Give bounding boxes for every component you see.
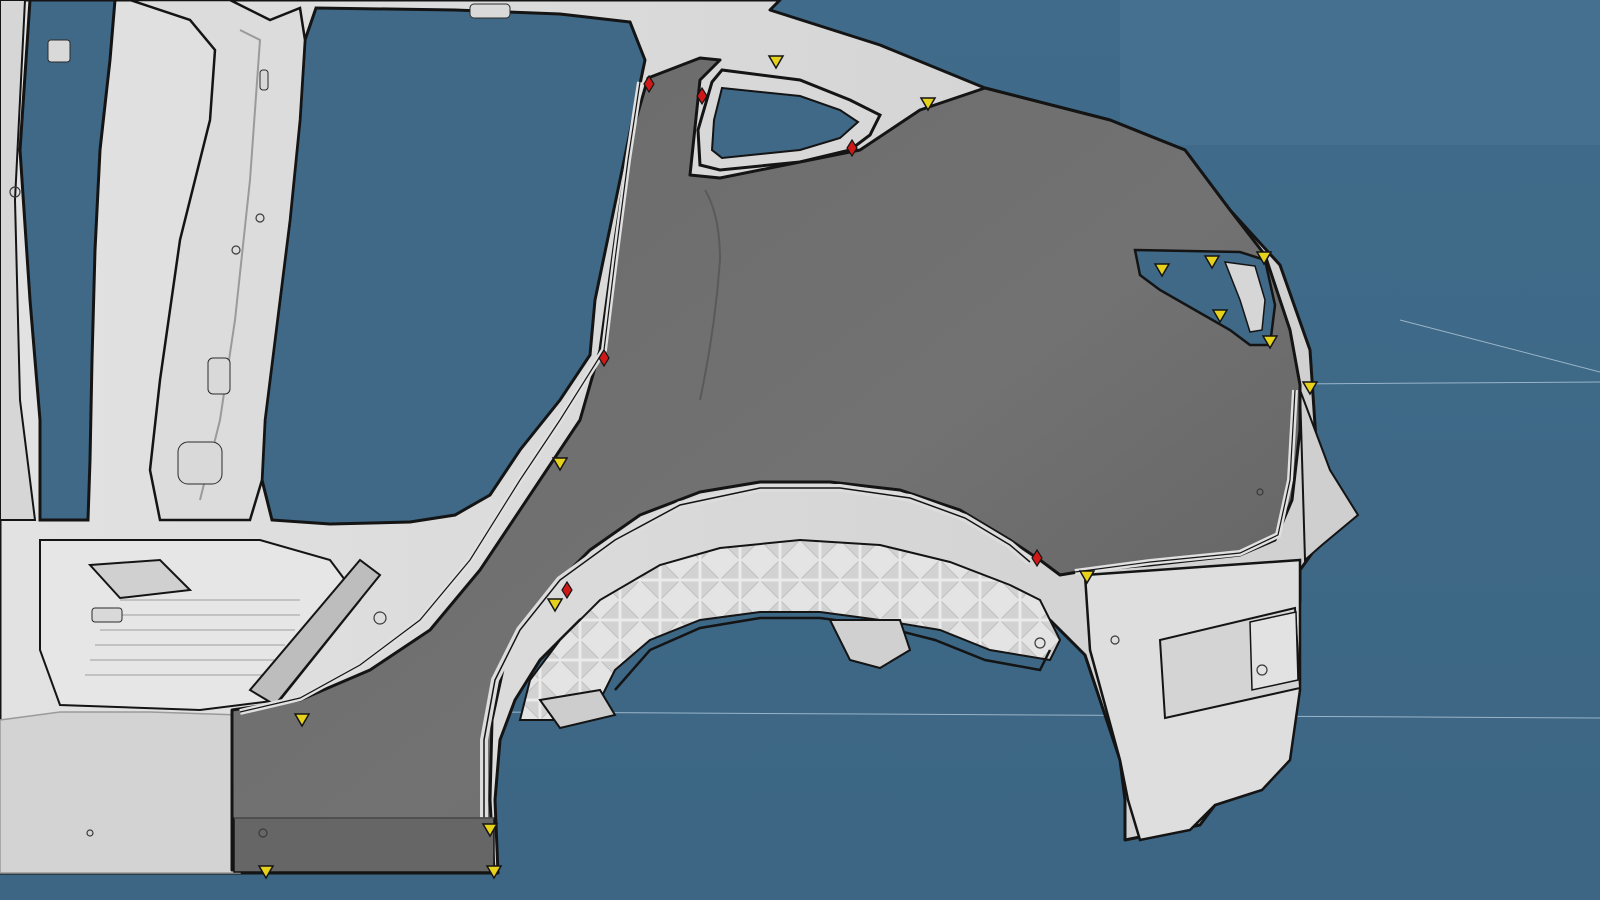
car-body-render[interactable] bbox=[0, 0, 1600, 900]
sill-lower-edge bbox=[0, 711, 241, 874]
sill-strip bbox=[233, 817, 495, 873]
rear-bumper-pocket-inner bbox=[1249, 611, 1299, 691]
3d-viewport[interactable] bbox=[0, 0, 1600, 900]
background-band bbox=[1120, 0, 1600, 145]
